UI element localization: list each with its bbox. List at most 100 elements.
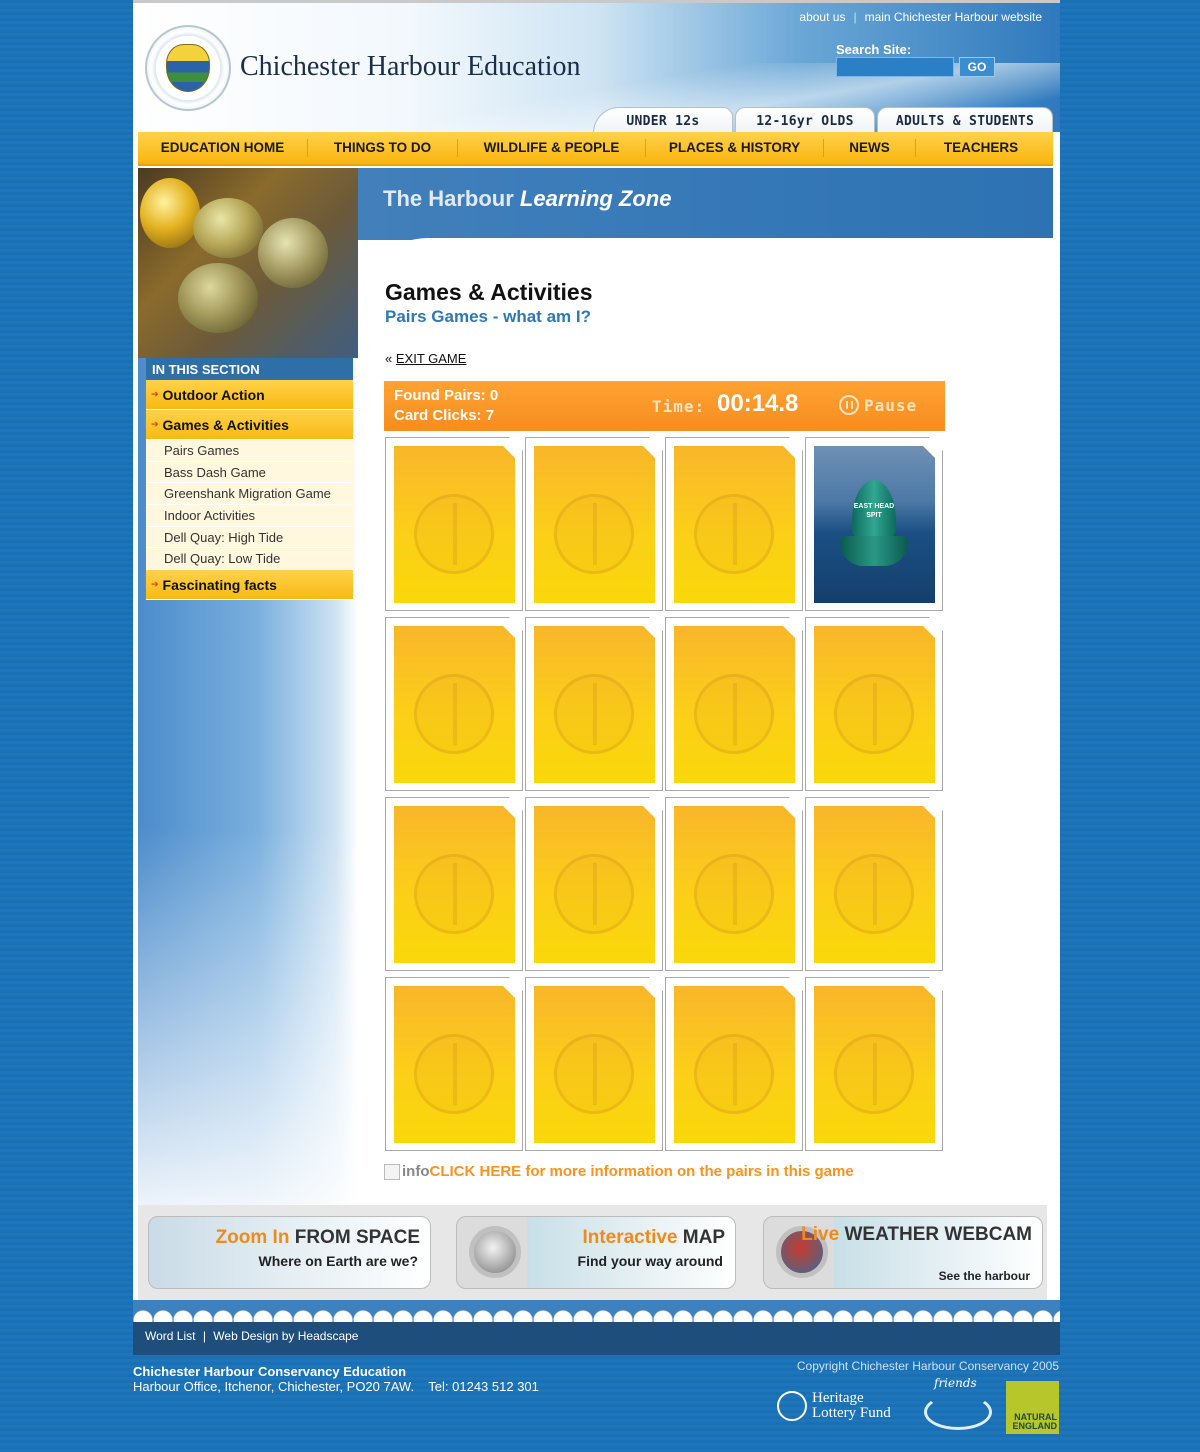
promo-title-highlight: Interactive xyxy=(582,1227,678,1248)
site-header: about us | main Chichester Harbour websi… xyxy=(133,0,1060,135)
game-timer: 00:14.8 xyxy=(717,390,799,417)
nav-teachers[interactable]: TEACHERS xyxy=(916,139,1046,157)
memory-card[interactable] xyxy=(525,977,663,1151)
memory-card[interactable] xyxy=(665,797,803,971)
sidebar-item-fascinating-facts[interactable]: ➔ Fascinating facts xyxy=(146,570,353,601)
footer-copyright: Copyright Chichester Harbour Conservancy… xyxy=(796,1359,1059,1373)
sidebar-item-games-activities[interactable]: ➔ Games & Activities xyxy=(146,410,353,440)
audience-tabs: UNDER 12s 12-16yr OLDS ADULTS & STUDENTS xyxy=(593,107,1053,135)
card-back-logo-icon xyxy=(414,674,494,754)
nav-wildlife-people[interactable]: WILDLIFE & PEOPLE xyxy=(458,139,646,157)
nav-things-to-do[interactable]: THINGS TO DO xyxy=(308,139,458,157)
memory-card[interactable] xyxy=(805,617,943,791)
pairs-info-link[interactable]: info CLICK HERE for more information on … xyxy=(384,1163,854,1180)
sidebar-heading: IN THIS SECTION xyxy=(146,358,353,380)
promo-zoom-from-space[interactable]: Zoom In FROM SPACE Where on Earth are we… xyxy=(148,1216,431,1289)
main-website-link[interactable]: main Chichester Harbour website xyxy=(865,10,1042,24)
memory-card[interactable] xyxy=(385,617,523,791)
card-back-logo-icon xyxy=(554,494,634,574)
memory-card[interactable] xyxy=(665,617,803,791)
exit-prefix: « xyxy=(385,351,393,366)
word-list-link[interactable]: Word List xyxy=(145,1329,195,1343)
tab-12-16[interactable]: 12-16yr OLDS xyxy=(735,107,875,135)
buoy-image: EAST HEAD SPIT xyxy=(840,480,908,570)
promo-title-highlight: Zoom In xyxy=(215,1227,290,1248)
snail-shell-image xyxy=(140,178,200,248)
memory-card[interactable] xyxy=(525,617,663,791)
sidebar-item-outdoor-action[interactable]: ➔ Outdoor Action xyxy=(146,380,353,410)
sidebar-subitem-pairs-games[interactable]: Pairs Games xyxy=(146,440,353,462)
card-back-logo-icon xyxy=(554,1034,634,1114)
card-back-logo-icon xyxy=(694,494,774,574)
nav-education-home[interactable]: EDUCATION HOME xyxy=(138,139,308,157)
memory-card[interactable] xyxy=(525,437,663,611)
headscape-link[interactable]: Web Design by Headscape xyxy=(213,1329,358,1343)
sidebar-subitem-indoor[interactable]: Indoor Activities xyxy=(146,505,353,527)
footer-separator: | xyxy=(202,1329,206,1343)
sidebar-subitem-bass-dash[interactable]: Bass Dash Game xyxy=(146,461,353,484)
tab-adults-students[interactable]: ADULTS & STUDENTS xyxy=(877,107,1053,135)
sidebar-subitem-greenshank[interactable]: Greenshank Migration Game xyxy=(146,483,353,506)
card-face: EAST HEAD SPIT xyxy=(814,446,935,603)
card-back-logo-icon xyxy=(694,854,774,934)
porthole-bird-icon xyxy=(469,1226,521,1278)
sidebar-item-label: Games & Activities xyxy=(162,416,289,433)
snail-shell-image xyxy=(193,198,263,258)
card-back-logo-icon xyxy=(554,674,634,754)
friends-of-chichester-harbour-logo[interactable]: friends xyxy=(920,1376,995,1434)
snail-shell-image xyxy=(178,263,258,333)
about-us-link[interactable]: about us xyxy=(799,10,845,24)
site-title[interactable]: Chichester Harbour Education xyxy=(240,51,581,83)
card-face xyxy=(674,986,795,1143)
card-face xyxy=(394,986,515,1143)
pause-button[interactable]: Pause xyxy=(839,395,917,415)
tab-under-12s[interactable]: UNDER 12s xyxy=(593,107,733,135)
main-nav: EDUCATION HOME THINGS TO DO WILDLIFE & P… xyxy=(138,132,1053,166)
card-back-logo-icon xyxy=(414,494,494,574)
learning-zone-title-plain: The Harbour xyxy=(383,186,514,211)
search-input[interactable] xyxy=(836,57,954,77)
memory-card[interactable] xyxy=(385,977,523,1151)
memory-card[interactable] xyxy=(665,437,803,611)
conservancy-logo[interactable] xyxy=(145,25,231,111)
memory-card-revealed[interactable]: EAST HEAD SPIT xyxy=(805,437,943,611)
memory-card[interactable] xyxy=(805,977,943,1151)
time-label: Time: xyxy=(652,397,706,416)
hlf-logo-text: Heritage Lottery Fund xyxy=(812,1391,891,1421)
heritage-lottery-fund-logo[interactable]: Heritage Lottery Fund xyxy=(777,1386,912,1426)
card-back-logo-icon xyxy=(694,674,774,754)
card-back-logo-icon xyxy=(834,674,914,754)
memory-card[interactable] xyxy=(385,797,523,971)
pause-label: Pause xyxy=(864,395,918,415)
nav-news[interactable]: NEWS xyxy=(824,139,916,157)
memory-card[interactable] xyxy=(385,437,523,611)
game-status-bar: Found Pairs: 0 Card Clicks: 7 Time: 00:1… xyxy=(384,381,945,431)
nav-places-history[interactable]: PLACES & HISTORY xyxy=(646,139,824,157)
pause-icon xyxy=(839,395,859,415)
search-go-button[interactable]: GO xyxy=(959,57,995,77)
card-face xyxy=(534,626,655,783)
learning-zone-title: The Harbour Learning Zone xyxy=(383,186,671,212)
card-face xyxy=(394,626,515,783)
promo-title: Interactive MAP xyxy=(582,1227,725,1249)
card-back-logo-icon xyxy=(414,854,494,934)
exit-game-link[interactable]: EXIT GAME xyxy=(396,351,467,366)
footer-org-name: Chichester Harbour Conservancy Education xyxy=(133,1364,407,1379)
page-title: Games & Activities xyxy=(385,279,593,305)
buoy-label-line: SPIT xyxy=(866,512,882,519)
sidebar-subitem-low-tide[interactable]: Dell Quay: Low Tide xyxy=(146,548,353,571)
natural-england-logo[interactable]: NATURAL ENGLAND xyxy=(1006,1381,1059,1434)
card-face xyxy=(534,446,655,603)
promo-interactive-map[interactable]: Interactive MAP Find your way around xyxy=(456,1216,736,1289)
card-face xyxy=(814,986,935,1143)
hlf-line-2: Lottery Fund xyxy=(812,1405,891,1421)
memory-card[interactable] xyxy=(525,797,663,971)
friends-wave-icon xyxy=(924,1394,992,1430)
top-links-separator: | xyxy=(853,10,857,24)
memory-card[interactable] xyxy=(805,797,943,971)
section-sidebar: IN THIS SECTION ➔ Outdoor Action ➔ Games… xyxy=(146,358,353,601)
memory-card[interactable] xyxy=(665,977,803,1151)
sidebar-subitem-high-tide[interactable]: Dell Quay: High Tide xyxy=(146,526,353,549)
promo-title-rest: MAP xyxy=(682,1227,725,1248)
promo-weather-webcam[interactable]: Live WEATHER WEBCAM See the harbour xyxy=(763,1216,1043,1289)
